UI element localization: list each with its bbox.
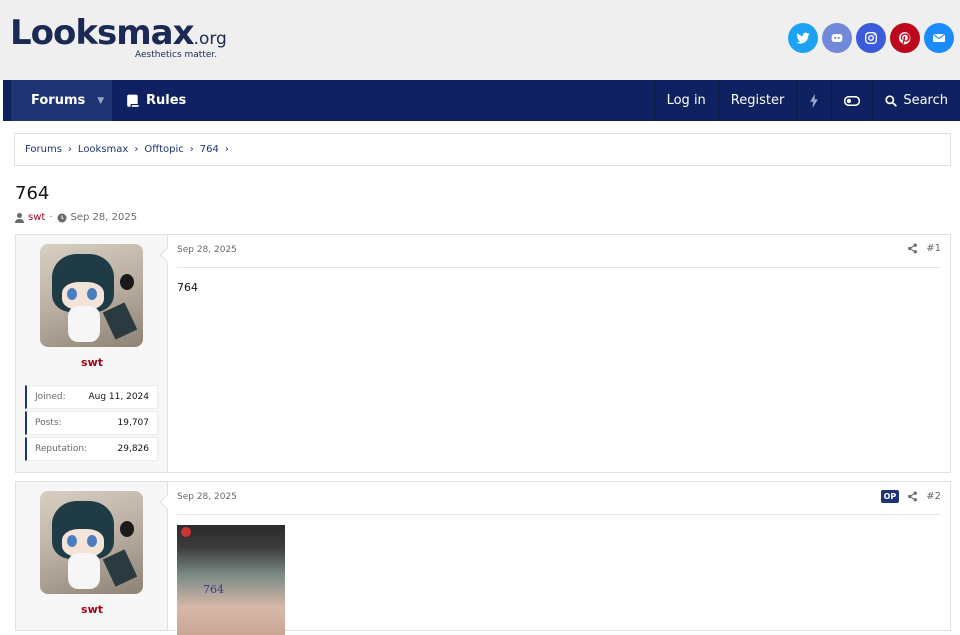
login-link[interactable]: Log in bbox=[653, 80, 718, 121]
toggle-icon bbox=[844, 95, 861, 106]
main-navigation: Forums ▼ Rules Log in Register Search bbox=[3, 80, 960, 121]
post-user-info: swt bbox=[16, 482, 168, 630]
user-stats: Joined: Aug 11, 2024 Posts: 19,707 Reputat… bbox=[25, 385, 158, 463]
logo-text: Looksmax bbox=[10, 13, 195, 53]
post-header: Sep 28, 2025 #1 bbox=[177, 235, 941, 268]
logo-tagline: Aesthetics matter. bbox=[135, 50, 218, 60]
thread-date[interactable]: Sep 28, 2025 bbox=[71, 212, 138, 223]
post-header: Sep 28, 2025 OP #2 bbox=[177, 482, 941, 515]
nav-rules[interactable]: Rules bbox=[112, 80, 200, 121]
share-icon[interactable] bbox=[907, 243, 918, 254]
thread-meta: swt · Sep 28, 2025 bbox=[15, 212, 137, 223]
stat-reputation: Reputation: 29,826 bbox=[25, 437, 158, 461]
breadcrumb: Forums › Looksmax › Offtopic › 764 › bbox=[14, 133, 951, 166]
logo-suffix: .org bbox=[193, 29, 227, 49]
breadcrumb-item[interactable]: Offtopic bbox=[144, 144, 183, 155]
user-icon bbox=[15, 212, 24, 223]
nav-rules-label: Rules bbox=[146, 93, 187, 108]
clock-icon bbox=[57, 213, 66, 222]
nav-forums-label: Forums bbox=[31, 93, 86, 108]
post-user-info: swt Joined: Aug 11, 2024 Posts: 19,707 Rep… bbox=[16, 235, 168, 472]
breadcrumb-item[interactable]: 764 bbox=[200, 144, 219, 155]
post-content: 764 bbox=[177, 281, 198, 294]
search-label: Search bbox=[903, 93, 948, 108]
search-button[interactable]: Search bbox=[872, 80, 960, 121]
post-username[interactable]: swt bbox=[16, 356, 168, 369]
thread-author[interactable]: swt bbox=[28, 212, 45, 223]
post-date[interactable]: Sep 28, 2025 bbox=[177, 492, 237, 502]
image-text: 764 bbox=[203, 583, 224, 596]
theme-toggle-button[interactable] bbox=[831, 80, 872, 121]
social-links bbox=[788, 23, 954, 53]
chevron-down-icon[interactable]: ▼ bbox=[97, 96, 104, 106]
bolt-icon bbox=[810, 93, 819, 108]
breadcrumb-item[interactable]: Looksmax bbox=[78, 144, 128, 155]
chevron-right-icon: › bbox=[134, 144, 139, 155]
post-image[interactable]: 764 bbox=[177, 525, 285, 635]
post-date[interactable]: Sep 28, 2025 bbox=[177, 245, 237, 255]
stat-joined: Joined: Aug 11, 2024 bbox=[25, 385, 158, 409]
login-label: Log in bbox=[666, 93, 706, 108]
avatar[interactable] bbox=[40, 244, 143, 347]
chevron-right-icon: › bbox=[67, 144, 72, 155]
whats-new-button[interactable] bbox=[796, 80, 831, 121]
pinterest-icon[interactable] bbox=[890, 23, 920, 53]
site-logo[interactable]: Looksmax.org Aesthetics matter. bbox=[10, 13, 227, 60]
page-title: 764 bbox=[15, 183, 50, 204]
site-header: Looksmax.org Aesthetics matter. bbox=[0, 0, 960, 80]
post-username[interactable]: swt bbox=[16, 603, 168, 616]
register-label: Register bbox=[730, 93, 785, 108]
instagram-icon[interactable] bbox=[856, 23, 886, 53]
post: swt Joined: Aug 11, 2024 Posts: 19,707 Rep… bbox=[15, 234, 951, 473]
chevron-right-icon: › bbox=[189, 144, 194, 155]
twitter-icon[interactable] bbox=[788, 23, 818, 53]
scroll-icon bbox=[127, 94, 139, 107]
register-link[interactable]: Register bbox=[717, 80, 797, 121]
post-number[interactable]: #1 bbox=[926, 243, 941, 254]
nav-forums[interactable]: Forums ▼ bbox=[11, 80, 112, 121]
share-icon[interactable] bbox=[907, 491, 918, 502]
chevron-right-icon: › bbox=[224, 144, 229, 155]
avatar[interactable] bbox=[40, 491, 143, 594]
search-icon bbox=[885, 94, 898, 107]
breadcrumb-item[interactable]: Forums bbox=[25, 144, 62, 155]
post-number[interactable]: #2 bbox=[926, 491, 941, 502]
op-badge: OP bbox=[880, 490, 900, 503]
stat-posts: Posts: 19,707 bbox=[25, 411, 158, 435]
discord-icon[interactable] bbox=[822, 23, 852, 53]
post: swt Sep 28, 2025 OP #2 764 bbox=[15, 481, 951, 635]
email-icon[interactable] bbox=[924, 23, 954, 53]
